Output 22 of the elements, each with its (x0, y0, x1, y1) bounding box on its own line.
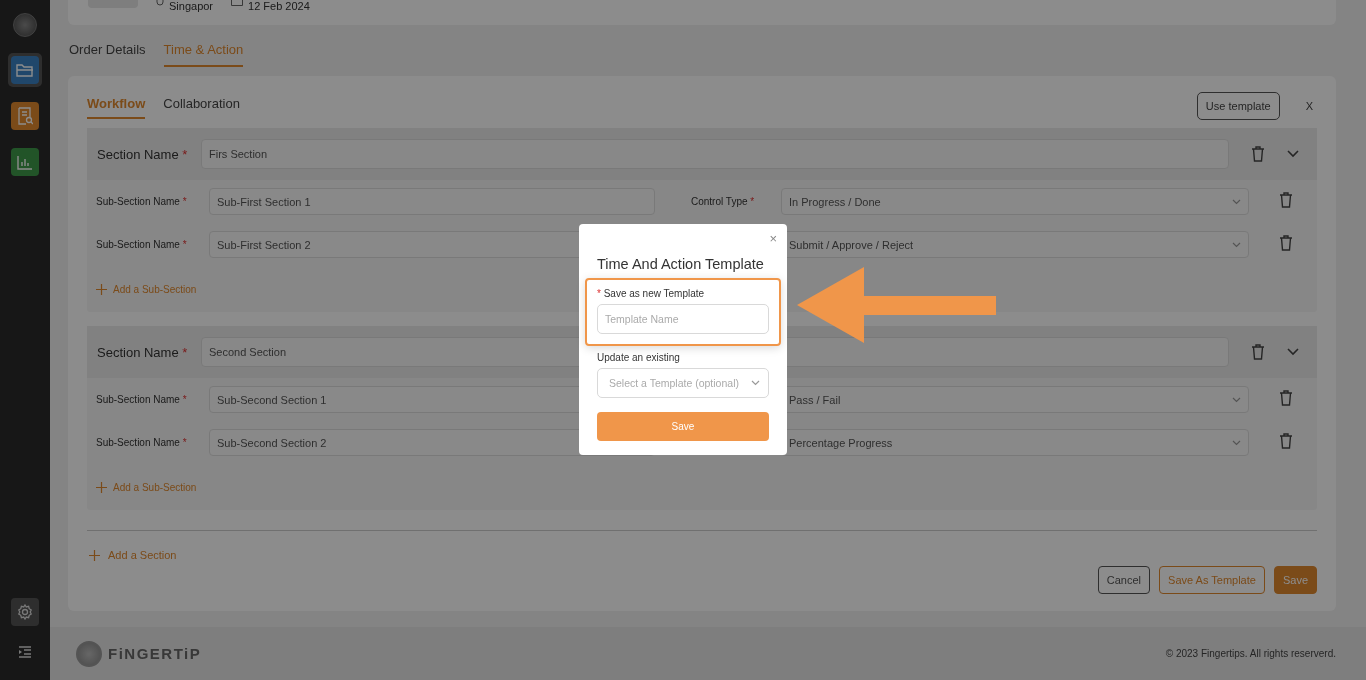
field-label: Save as new Template (603, 288, 705, 299)
field-label: Sub-Section Name (96, 196, 180, 207)
required-mark: * (597, 288, 601, 299)
field-label: Sub-Section Name (96, 437, 180, 448)
copyright-text: © 2023 Fingertips. All rights reserverd. (1165, 648, 1336, 659)
field-label: Control Type (691, 196, 748, 207)
field-label: Update an existing (597, 352, 681, 363)
date-text: 12 Feb 2024 (248, 0, 310, 12)
required-mark: * (182, 239, 187, 250)
location-text: Singapor (169, 0, 214, 12)
required-mark: * (182, 437, 187, 448)
field-label: Section Name (97, 146, 179, 162)
modal-title: Time And Action Template (597, 256, 765, 272)
field-label: Sub-Section Name (96, 394, 180, 405)
required-mark: * (182, 344, 188, 360)
required-mark: * (182, 146, 188, 162)
field-label: Sub-Section Name (96, 239, 180, 250)
brand-name: FiNGERTiP (108, 645, 202, 662)
required-mark: * (750, 196, 755, 207)
required-mark: * (182, 394, 187, 405)
field-label: Section Name (97, 344, 179, 360)
required-mark: * (182, 196, 187, 207)
